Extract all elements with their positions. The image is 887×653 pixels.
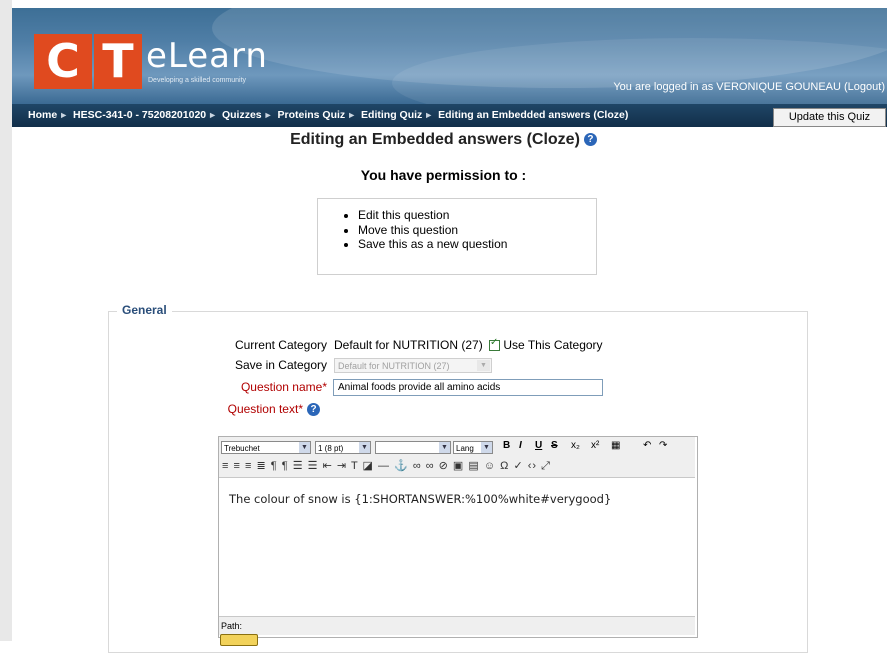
help-icon[interactable]: ?: [583, 133, 597, 147]
text-color-icon[interactable]: T: [351, 460, 359, 472]
link-icon[interactable]: ∞: [413, 460, 422, 472]
breadcrumb-arrow-icon: ►: [424, 110, 434, 120]
editor-path-bar: Path:: [219, 616, 695, 635]
save-category-label: Save in Category: [234, 358, 327, 372]
rtl-icon[interactable]: ¶: [282, 460, 289, 472]
permissions-heading: You have permission to :: [360, 167, 527, 183]
logo-t-block: T: [94, 34, 142, 89]
brand-name: eLearn: [146, 36, 268, 76]
chevron-down-icon: ▼: [481, 442, 492, 453]
table-icon[interactable]: ▤: [468, 460, 479, 472]
breadcrumb-editing-quiz[interactable]: Editing Quiz: [361, 109, 422, 121]
indent-icon[interactable]: ⇥: [337, 460, 347, 472]
align-center-icon[interactable]: ≡: [233, 460, 240, 472]
italic-icon[interactable]: I: [519, 440, 522, 451]
current-category-value: Default for NUTRITION (27): [334, 338, 483, 352]
page-title: Editing an Embedded answers (Cloze)?: [0, 131, 887, 149]
save-category-value: Default for NUTRITION (27): [338, 361, 450, 371]
spellcheck-icon[interactable]: ✓: [513, 460, 523, 472]
editor-toolbar-row-2: ≡ ≡ ≡ ≣ ¶ ¶ ☰ ☰ ⇤ ⇥ T ◪ — ⚓ ∞ ∞ ⊘ ▣ ▤ ☺ …: [222, 459, 551, 473]
breadcrumb-course[interactable]: HESC-341-0 - 75208201020: [73, 109, 206, 121]
size-select-value: 1 (8 pt): [318, 444, 344, 453]
bold-icon[interactable]: B: [503, 440, 510, 451]
fieldset-legend: General: [117, 303, 172, 317]
lang-select[interactable]: Lang ▼: [453, 441, 493, 454]
chevron-down-icon: ▼: [359, 442, 370, 453]
breadcrumb: Home ► HESC-341-0 - 75208201020 ► Quizzes ►…: [28, 109, 628, 121]
use-category-label: Use This Category: [503, 338, 603, 352]
brand-tagline: Developing a skilled community: [148, 77, 247, 84]
breadcrumb-arrow-icon: ►: [347, 110, 357, 120]
subscript-icon[interactable]: x₂: [571, 440, 580, 451]
current-category-label: Current Category: [234, 338, 327, 352]
unordered-list-icon[interactable]: ☰: [308, 460, 319, 472]
logo-c-block: C: [34, 34, 92, 89]
breadcrumb-quiz[interactable]: Proteins Quiz: [278, 109, 346, 121]
nolink-icon[interactable]: ⊘: [439, 460, 449, 472]
site-logo[interactable]: C T: [34, 34, 142, 89]
image-icon[interactable]: ▣: [453, 460, 464, 472]
use-category-checkbox[interactable]: [489, 337, 501, 352]
superscript-icon[interactable]: x²: [591, 440, 599, 451]
list-item: Edit this question: [358, 208, 596, 223]
undo-icon[interactable]: ↶: [643, 440, 651, 451]
lang-select-value: Lang: [456, 444, 474, 453]
help-button[interactable]: [220, 634, 258, 646]
ordered-list-icon[interactable]: ☰: [293, 460, 304, 472]
required-mark: *: [298, 402, 303, 416]
html-source-icon[interactable]: ‹›: [528, 460, 537, 472]
justify-icon[interactable]: ≣: [256, 460, 266, 472]
anchor-icon[interactable]: ⚓: [394, 460, 409, 472]
redo-icon[interactable]: ↷: [659, 440, 667, 451]
underline-icon[interactable]: U: [535, 440, 542, 451]
html-editor: Trebuchet ▼ 1 (8 pt) ▼ ▼ Lang ▼ B I U S x₂ …: [218, 436, 698, 638]
site-header: C T eLearn Developing a skilled communit…: [12, 8, 887, 104]
horizontal-rule-icon[interactable]: —: [378, 460, 390, 472]
style-select[interactable]: ▼: [375, 441, 451, 454]
chevron-down-icon: ▼: [477, 360, 490, 371]
navigation-bar: Home ► HESC-341-0 - 75208201020 ► Quizzes ►…: [12, 104, 887, 127]
update-quiz-button[interactable]: Update this Quiz: [773, 108, 886, 127]
editor-toolbar: Trebuchet ▼ 1 (8 pt) ▼ ▼ Lang ▼ B I U S x₂ …: [219, 437, 695, 478]
special-char-icon[interactable]: Ω: [500, 460, 509, 472]
highlight-icon[interactable]: ◪: [363, 460, 374, 472]
question-name-input[interactable]: Animal foods provide all amino acids: [333, 379, 603, 396]
breadcrumb-home[interactable]: Home: [28, 109, 57, 121]
ltr-icon[interactable]: ¶: [271, 460, 278, 472]
font-select-value: Trebuchet: [224, 444, 260, 453]
question-name-label-row: Question name*: [200, 380, 327, 394]
breadcrumb-arrow-icon: ►: [263, 110, 273, 120]
list-item: Move this question: [358, 223, 596, 238]
unlink-icon[interactable]: ∞: [426, 460, 435, 472]
breadcrumb-arrow-icon: ►: [208, 110, 218, 120]
permissions-box: Edit this question Move this question Sa…: [317, 198, 597, 275]
breadcrumb-quizzes[interactable]: Quizzes: [222, 109, 262, 121]
save-category-select: Default for NUTRITION (27) ▼: [334, 358, 492, 373]
left-margin: [0, 0, 12, 641]
paste-word-icon[interactable]: ▦: [611, 440, 620, 451]
question-text-label-row: Question text*?: [200, 402, 320, 417]
current-category-row: Default for NUTRITION (27) Use This Cate…: [334, 337, 603, 352]
question-text-label: Question text: [227, 402, 299, 416]
breadcrumb-current: Editing an Embedded answers (Cloze): [438, 109, 629, 121]
chevron-down-icon: ▼: [299, 442, 310, 453]
required-mark: *: [322, 380, 327, 394]
align-right-icon[interactable]: ≡: [245, 460, 252, 472]
editor-content[interactable]: The colour of snow is {1:SHORTANSWER:%10…: [229, 492, 611, 506]
question-name-label: Question name: [240, 380, 323, 394]
font-select[interactable]: Trebuchet ▼: [221, 441, 311, 454]
page-title-text: Editing an Embedded answers (Cloze): [290, 131, 580, 148]
smiley-icon[interactable]: ☺: [484, 460, 496, 472]
chevron-down-icon: ▼: [439, 442, 450, 453]
outdent-icon[interactable]: ⇤: [323, 460, 333, 472]
login-status[interactable]: You are logged in as VERONIQUE GOUNEAU (…: [613, 81, 885, 93]
list-item: Save this as a new question: [358, 237, 596, 252]
size-select[interactable]: 1 (8 pt) ▼: [315, 441, 371, 454]
breadcrumb-arrow-icon: ►: [59, 110, 69, 120]
permissions-list: Edit this question Move this question Sa…: [358, 208, 596, 252]
fullscreen-icon[interactable]: ⤢: [541, 460, 551, 472]
strikethrough-icon[interactable]: S: [551, 440, 558, 451]
align-left-icon[interactable]: ≡: [222, 460, 229, 472]
help-icon[interactable]: ?: [307, 403, 320, 417]
